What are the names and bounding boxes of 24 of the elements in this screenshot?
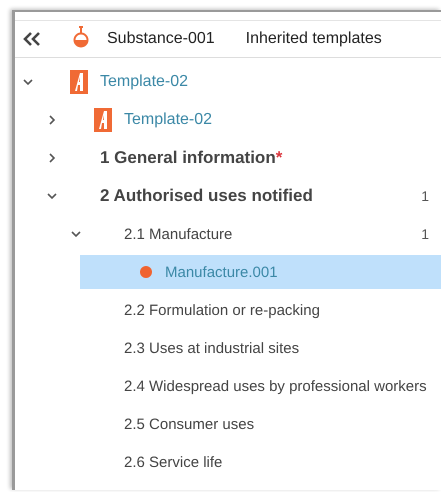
status-dot-icon (140, 266, 152, 278)
chevron-down-icon[interactable] (23, 77, 33, 87)
chevron-down-icon[interactable] (47, 191, 57, 201)
item-count: 1 (421, 226, 429, 242)
substance-title: Substance-001 (107, 30, 215, 48)
tab-label[interactable]: Inherited templates (246, 30, 382, 48)
chevron-right-icon[interactable] (47, 115, 57, 125)
item-count: 1 (421, 188, 429, 204)
chevron-down-icon[interactable] (71, 229, 81, 239)
template-icon (94, 108, 112, 132)
subsection-label[interactable]: 2.1 Manufacture (124, 226, 232, 242)
template-link[interactable]: Template-02 (100, 73, 188, 91)
subsection-label[interactable]: 2.3 Uses at industrial sites (124, 340, 300, 356)
template-link[interactable]: Template-02 (124, 111, 212, 129)
subsection-label[interactable]: 2.5 Consumer uses (124, 416, 254, 432)
double-chevron-icon[interactable] (22, 32, 42, 46)
subsection-label[interactable]: 2.4 Widespread uses by professional workers (124, 378, 427, 394)
subsection-label[interactable]: 2.2 Formulation or re-packing (124, 302, 320, 318)
subsection-label[interactable]: 2.6 Service life (124, 454, 222, 470)
section-label[interactable]: 2 Authorised uses notified (100, 186, 313, 206)
chevron-right-icon[interactable] (47, 153, 57, 163)
section-label[interactable]: 1 General information* (100, 148, 282, 168)
template-icon (70, 70, 88, 94)
flask-icon (73, 26, 89, 48)
